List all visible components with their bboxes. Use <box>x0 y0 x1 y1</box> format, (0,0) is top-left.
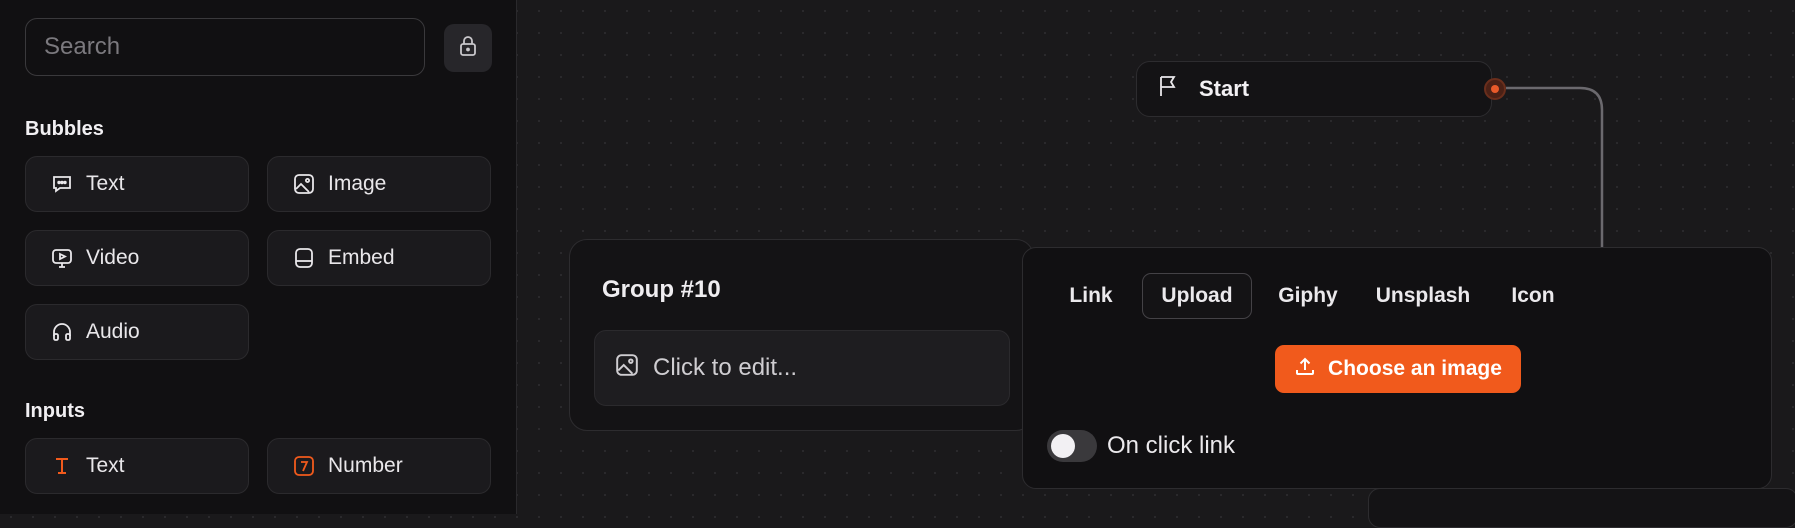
group-image-block[interactable]: Click to edit... <box>594 330 1010 406</box>
block-bubble-video[interactable]: Video <box>25 230 249 286</box>
block-label: Embed <box>328 246 395 269</box>
chat-bubble-icon <box>50 172 74 196</box>
on-click-link-label: On click link <box>1107 432 1236 459</box>
start-node-label: Start <box>1199 76 1250 101</box>
section-title-inputs: Inputs <box>25 400 85 422</box>
choose-image-label: Choose an image <box>1328 357 1502 380</box>
tab-unsplash[interactable]: Unsplash <box>1363 273 1483 319</box>
choose-image-button[interactable]: Choose an image <box>1275 345 1521 393</box>
text-cursor-icon <box>50 454 74 478</box>
flag-icon <box>1157 74 1179 104</box>
video-icon <box>50 246 74 270</box>
image-icon <box>292 172 316 196</box>
section-title-bubbles: Bubbles <box>25 118 104 140</box>
block-label: Number <box>328 454 403 477</box>
lock-icon <box>458 35 478 62</box>
upload-icon <box>1294 355 1316 383</box>
headphones-icon <box>50 320 74 344</box>
tab-link[interactable]: Link <box>1051 273 1131 319</box>
block-input-text[interactable]: Text <box>25 438 249 494</box>
tab-upload[interactable]: Upload <box>1142 273 1252 319</box>
number-icon <box>292 454 316 478</box>
block-bubble-embed[interactable]: Embed <box>267 230 491 286</box>
on-click-link-toggle[interactable] <box>1047 430 1097 462</box>
block-bubble-text[interactable]: Text <box>25 156 249 212</box>
next-group-node[interactable] <box>1368 488 1795 528</box>
block-label: Text <box>86 172 125 195</box>
block-label: Text <box>86 454 125 477</box>
tab-giphy[interactable]: Giphy <box>1263 273 1353 319</box>
block-input-number[interactable]: Number <box>267 438 491 494</box>
start-node-connector-handle[interactable] <box>1484 78 1506 100</box>
blocks-sidebar: Search Bubbles Text Image Video Embed Au… <box>0 0 517 514</box>
block-bubble-image[interactable]: Image <box>267 156 491 212</box>
block-label: Video <box>86 246 140 269</box>
group-node[interactable]: Group #10 Click to edit... <box>569 239 1034 431</box>
search-input[interactable]: Search <box>25 18 425 76</box>
image-icon <box>615 353 639 384</box>
block-label: Audio <box>86 320 140 343</box>
block-label: Image <box>328 172 387 195</box>
image-settings-popover: Link Upload Giphy Unsplash Icon Choose a… <box>1022 247 1772 489</box>
search-placeholder: Search <box>44 33 121 60</box>
group-title[interactable]: Group #10 <box>602 276 721 304</box>
tab-icon[interactable]: Icon <box>1493 273 1573 319</box>
lock-sidebar-button[interactable] <box>444 24 492 72</box>
block-bubble-audio[interactable]: Audio <box>25 304 249 360</box>
embed-icon <box>292 246 316 270</box>
group-image-block-label: Click to edit... <box>653 354 798 381</box>
start-node[interactable]: Start <box>1136 61 1492 117</box>
